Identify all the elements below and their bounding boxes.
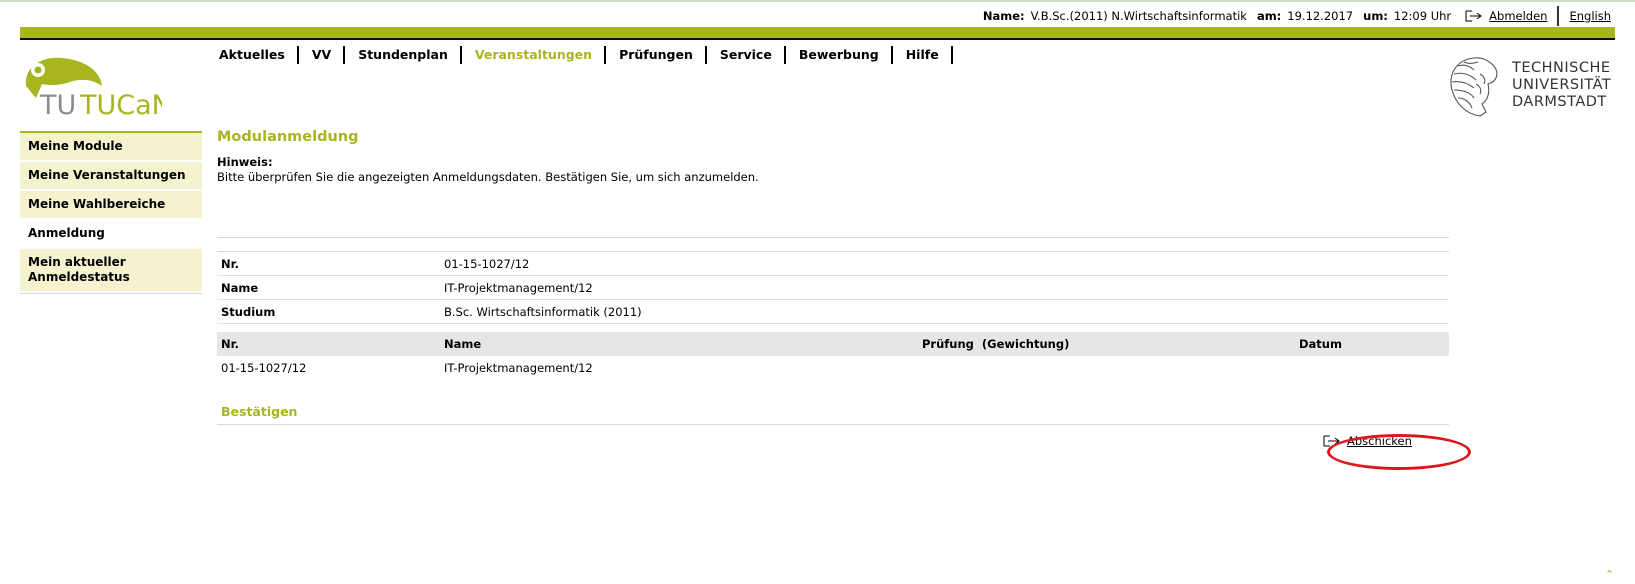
hint-text: Bitte überprüfen Sie die angezeigten Anm… (217, 170, 759, 184)
nav-item-stundenplan[interactable]: Stundenplan (355, 46, 462, 64)
nav-item-service[interactable]: Service (717, 46, 786, 64)
nav-item-vv[interactable]: VV (309, 46, 346, 64)
table-header-nr: Nr. (221, 337, 240, 351)
university-line-2: UNIVERSITÄT (1512, 77, 1612, 93)
info-nr-value: 01-15-1027/12 (444, 256, 530, 271)
table-header-pruefung: Prüfung (Gewichtung) (922, 337, 1070, 351)
university-line-1: TECHNISCHE (1512, 60, 1611, 76)
sidebar-item-meine-module[interactable]: Meine Module (20, 133, 202, 162)
submit-button[interactable]: Abschicken (1323, 434, 1412, 448)
time-value: 12:09 Uhr (1393, 9, 1452, 23)
table-header: Nr. Name Prüfung (Gewichtung) Datum (217, 332, 1449, 356)
date-label: am: (1256, 9, 1282, 23)
header-green-bar (20, 27, 1615, 40)
info-row-nr: Nr. 01-15-1027/12 (217, 252, 1449, 276)
info-name-value: IT-Projektmanagement/12 (444, 280, 593, 295)
page-title: Modulanmeldung (217, 129, 359, 145)
nav-item-bewerbung[interactable]: Bewerbung (796, 46, 893, 64)
section-divider (217, 237, 1449, 238)
university-line-3: DARMSTADT (1512, 94, 1607, 110)
logout-icon (1465, 10, 1482, 22)
logout-link[interactable]: Abmelden (1465, 9, 1557, 23)
nav-item-veranstaltungen[interactable]: Veranstaltungen (472, 46, 607, 64)
info-row-studium: Studium B.Sc. Wirtschaftsinformatik (201… (217, 300, 1449, 324)
info-studium-value: B.Sc. Wirtschaftsinformatik (2011) (444, 304, 642, 319)
nav-item-pruefungen[interactable]: Prüfungen (616, 46, 707, 64)
logout-label[interactable]: Abmelden (1489, 9, 1547, 23)
info-name-label: Name (221, 280, 259, 295)
sidebar-item-anmeldestatus[interactable]: Mein aktueller Anmeldestatus (20, 249, 202, 293)
main-navigation: Aktuelles VV Stundenplan Veranstaltungen… (216, 46, 963, 64)
sidebar-item-meine-wahlbereiche[interactable]: Meine Wahlbereiche (20, 191, 202, 220)
sidebar: Meine Module Meine Veranstaltungen Meine… (20, 131, 202, 294)
language-switch-link[interactable]: English (1569, 9, 1611, 23)
userbar-separator (1557, 6, 1560, 26)
submit-label[interactable]: Abschicken (1347, 434, 1412, 448)
date-value: 19.12.2017 (1287, 9, 1354, 23)
user-info-bar: Name: V.B.Sc.(2011) N.Wirtschaftsinforma… (983, 6, 1611, 26)
svg-text:TU: TU (39, 90, 76, 121)
top-border (0, 0, 1635, 2)
logo-text: TUCaN (79, 90, 162, 121)
scroll-to-top-icon[interactable]: ⌃ (1605, 569, 1615, 580)
hint-label: Hinweis: (217, 155, 273, 169)
university-name: TECHNISCHE UNIVERSITÄT DARMSTADT (1512, 60, 1611, 111)
main-content: Modulanmeldung Hinweis: Bitte überprüfen… (217, 129, 1449, 425)
table-header-name: Name (444, 337, 482, 351)
sidebar-item-meine-veranstaltungen[interactable]: Meine Veranstaltungen (20, 162, 202, 191)
nav-item-aktuelles[interactable]: Aktuelles (216, 46, 299, 64)
info-row-name: Name IT-Projektmanagement/12 (217, 276, 1449, 300)
sidebar-bottom-rule (20, 293, 202, 294)
nav-item-hilfe[interactable]: Hilfe (903, 46, 953, 64)
sidebar-item-anmeldung[interactable]: Anmeldung (20, 220, 202, 249)
time-label: um: (1363, 9, 1388, 23)
name-label: Name: (982, 9, 1025, 23)
table-cell-name: IT-Projektmanagement/12 (444, 361, 593, 375)
tucan-logo[interactable]: TU TUCaN (22, 56, 162, 124)
info-studium-label: Studium (221, 304, 276, 319)
confirm-heading: Bestätigen (221, 404, 298, 419)
info-nr-label: Nr. (221, 256, 240, 271)
confirm-rule (217, 424, 1449, 425)
table-row: 01-15-1027/12 IT-Projektmanagement/12 (217, 356, 1449, 380)
table-cell-nr: 01-15-1027/12 (221, 361, 307, 375)
submit-icon (1323, 435, 1340, 447)
table-header-datum: Datum (1299, 337, 1342, 351)
name-value: V.B.Sc.(2011) N.Wirtschaftsinformatik (1030, 9, 1247, 23)
